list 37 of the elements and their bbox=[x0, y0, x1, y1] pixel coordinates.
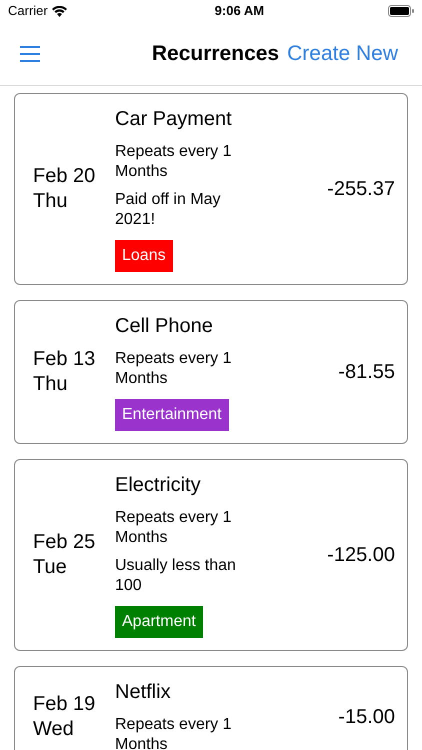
recurrence-card[interactable]: Feb 20 Thu Car Payment Repeats every 1 Months Paid off in May 2021! Loans -255.37 bbox=[14, 93, 408, 285]
date-label: Feb 25 bbox=[33, 530, 96, 555]
amount-label: -125.00 bbox=[327, 543, 395, 568]
menu-icon bbox=[20, 46, 40, 62]
date-label: Feb 19 bbox=[33, 692, 96, 717]
amount-label: -255.37 bbox=[327, 177, 395, 202]
repeat-text: Repeats every 1 Months bbox=[115, 349, 233, 389]
repeat-text: Repeats every 1 Months bbox=[115, 715, 233, 750]
wifi-icon bbox=[52, 6, 67, 16]
recurrence-card[interactable]: Feb 13 Thu Cell Phone Repeats every 1 Months Entertainment -81.55 bbox=[14, 300, 408, 444]
repeat-text: Repeats every 1 Months bbox=[115, 508, 233, 548]
weekday-label: Tue bbox=[33, 555, 68, 580]
recurrence-name: Cell Phone bbox=[115, 314, 213, 339]
date-label: Feb 13 bbox=[33, 347, 96, 372]
create-new-button[interactable]: Create New bbox=[287, 38, 398, 70]
recurrence-name: Netflix bbox=[115, 680, 171, 705]
weekday-label: Thu bbox=[33, 189, 68, 214]
date-label: Feb 20 bbox=[33, 164, 96, 189]
category-tag: Entertainment bbox=[115, 399, 229, 431]
recurrence-name: Electricity bbox=[115, 473, 201, 498]
status-time: 9:06 AM bbox=[214, 2, 264, 20]
category-tag: Apartment bbox=[115, 606, 203, 638]
amount-label: -15.00 bbox=[338, 705, 395, 730]
recurrence-card[interactable]: Feb 19 Wed Netflix Repeats every 1 Months -15.00 bbox=[14, 666, 408, 750]
screen-title: Recurrences bbox=[152, 40, 280, 67]
note-text: Usually less than 100 bbox=[115, 556, 237, 596]
category-tag: Loans bbox=[115, 240, 173, 272]
amount-label: -81.55 bbox=[338, 360, 395, 385]
recurrence-name: Car Payment bbox=[115, 107, 232, 132]
carrier-label: Carrier bbox=[8, 2, 48, 20]
weekday-label: Thu bbox=[33, 372, 68, 397]
note-text: Paid off in May 2021! bbox=[115, 190, 222, 230]
menu-button[interactable] bbox=[20, 46, 40, 62]
recurrence-card[interactable]: Feb 25 Tue Electricity Repeats every 1 Months Usually less than 100 Apartment -125.00 bbox=[14, 459, 408, 651]
battery-icon bbox=[388, 5, 414, 17]
repeat-text: Repeats every 1 Months bbox=[115, 142, 233, 182]
weekday-label: Wed bbox=[33, 717, 75, 742]
